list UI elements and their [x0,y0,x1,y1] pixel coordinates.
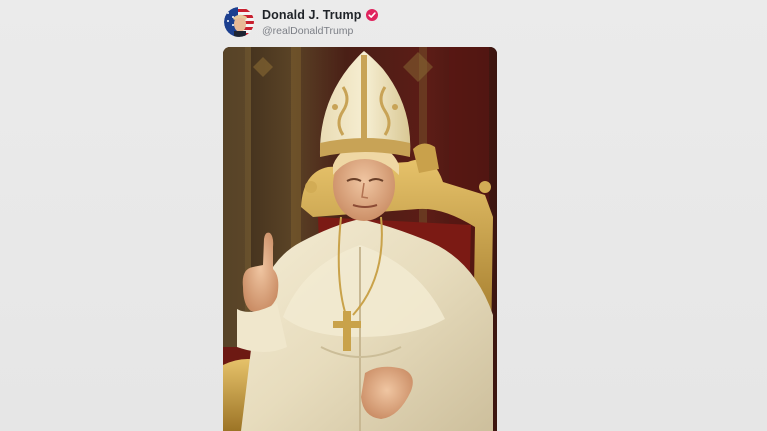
post-image[interactable] [223,47,497,431]
author-avatar[interactable] [224,7,254,37]
screenshot-canvas: Donald J. Trump @realDonaldTrump [0,0,767,431]
papal-portrait-illustration [223,47,497,431]
author-handle[interactable]: @realDonaldTrump [262,25,378,37]
author-display-name[interactable]: Donald J. Trump [262,8,361,22]
post-header: Donald J. Trump @realDonaldTrump [224,5,379,39]
flag-avatar-icon [224,7,254,37]
name-row: Donald J. Trump [262,7,379,23]
author-names: Donald J. Trump @realDonaldTrump [262,7,379,37]
verified-badge-icon [366,9,379,21]
